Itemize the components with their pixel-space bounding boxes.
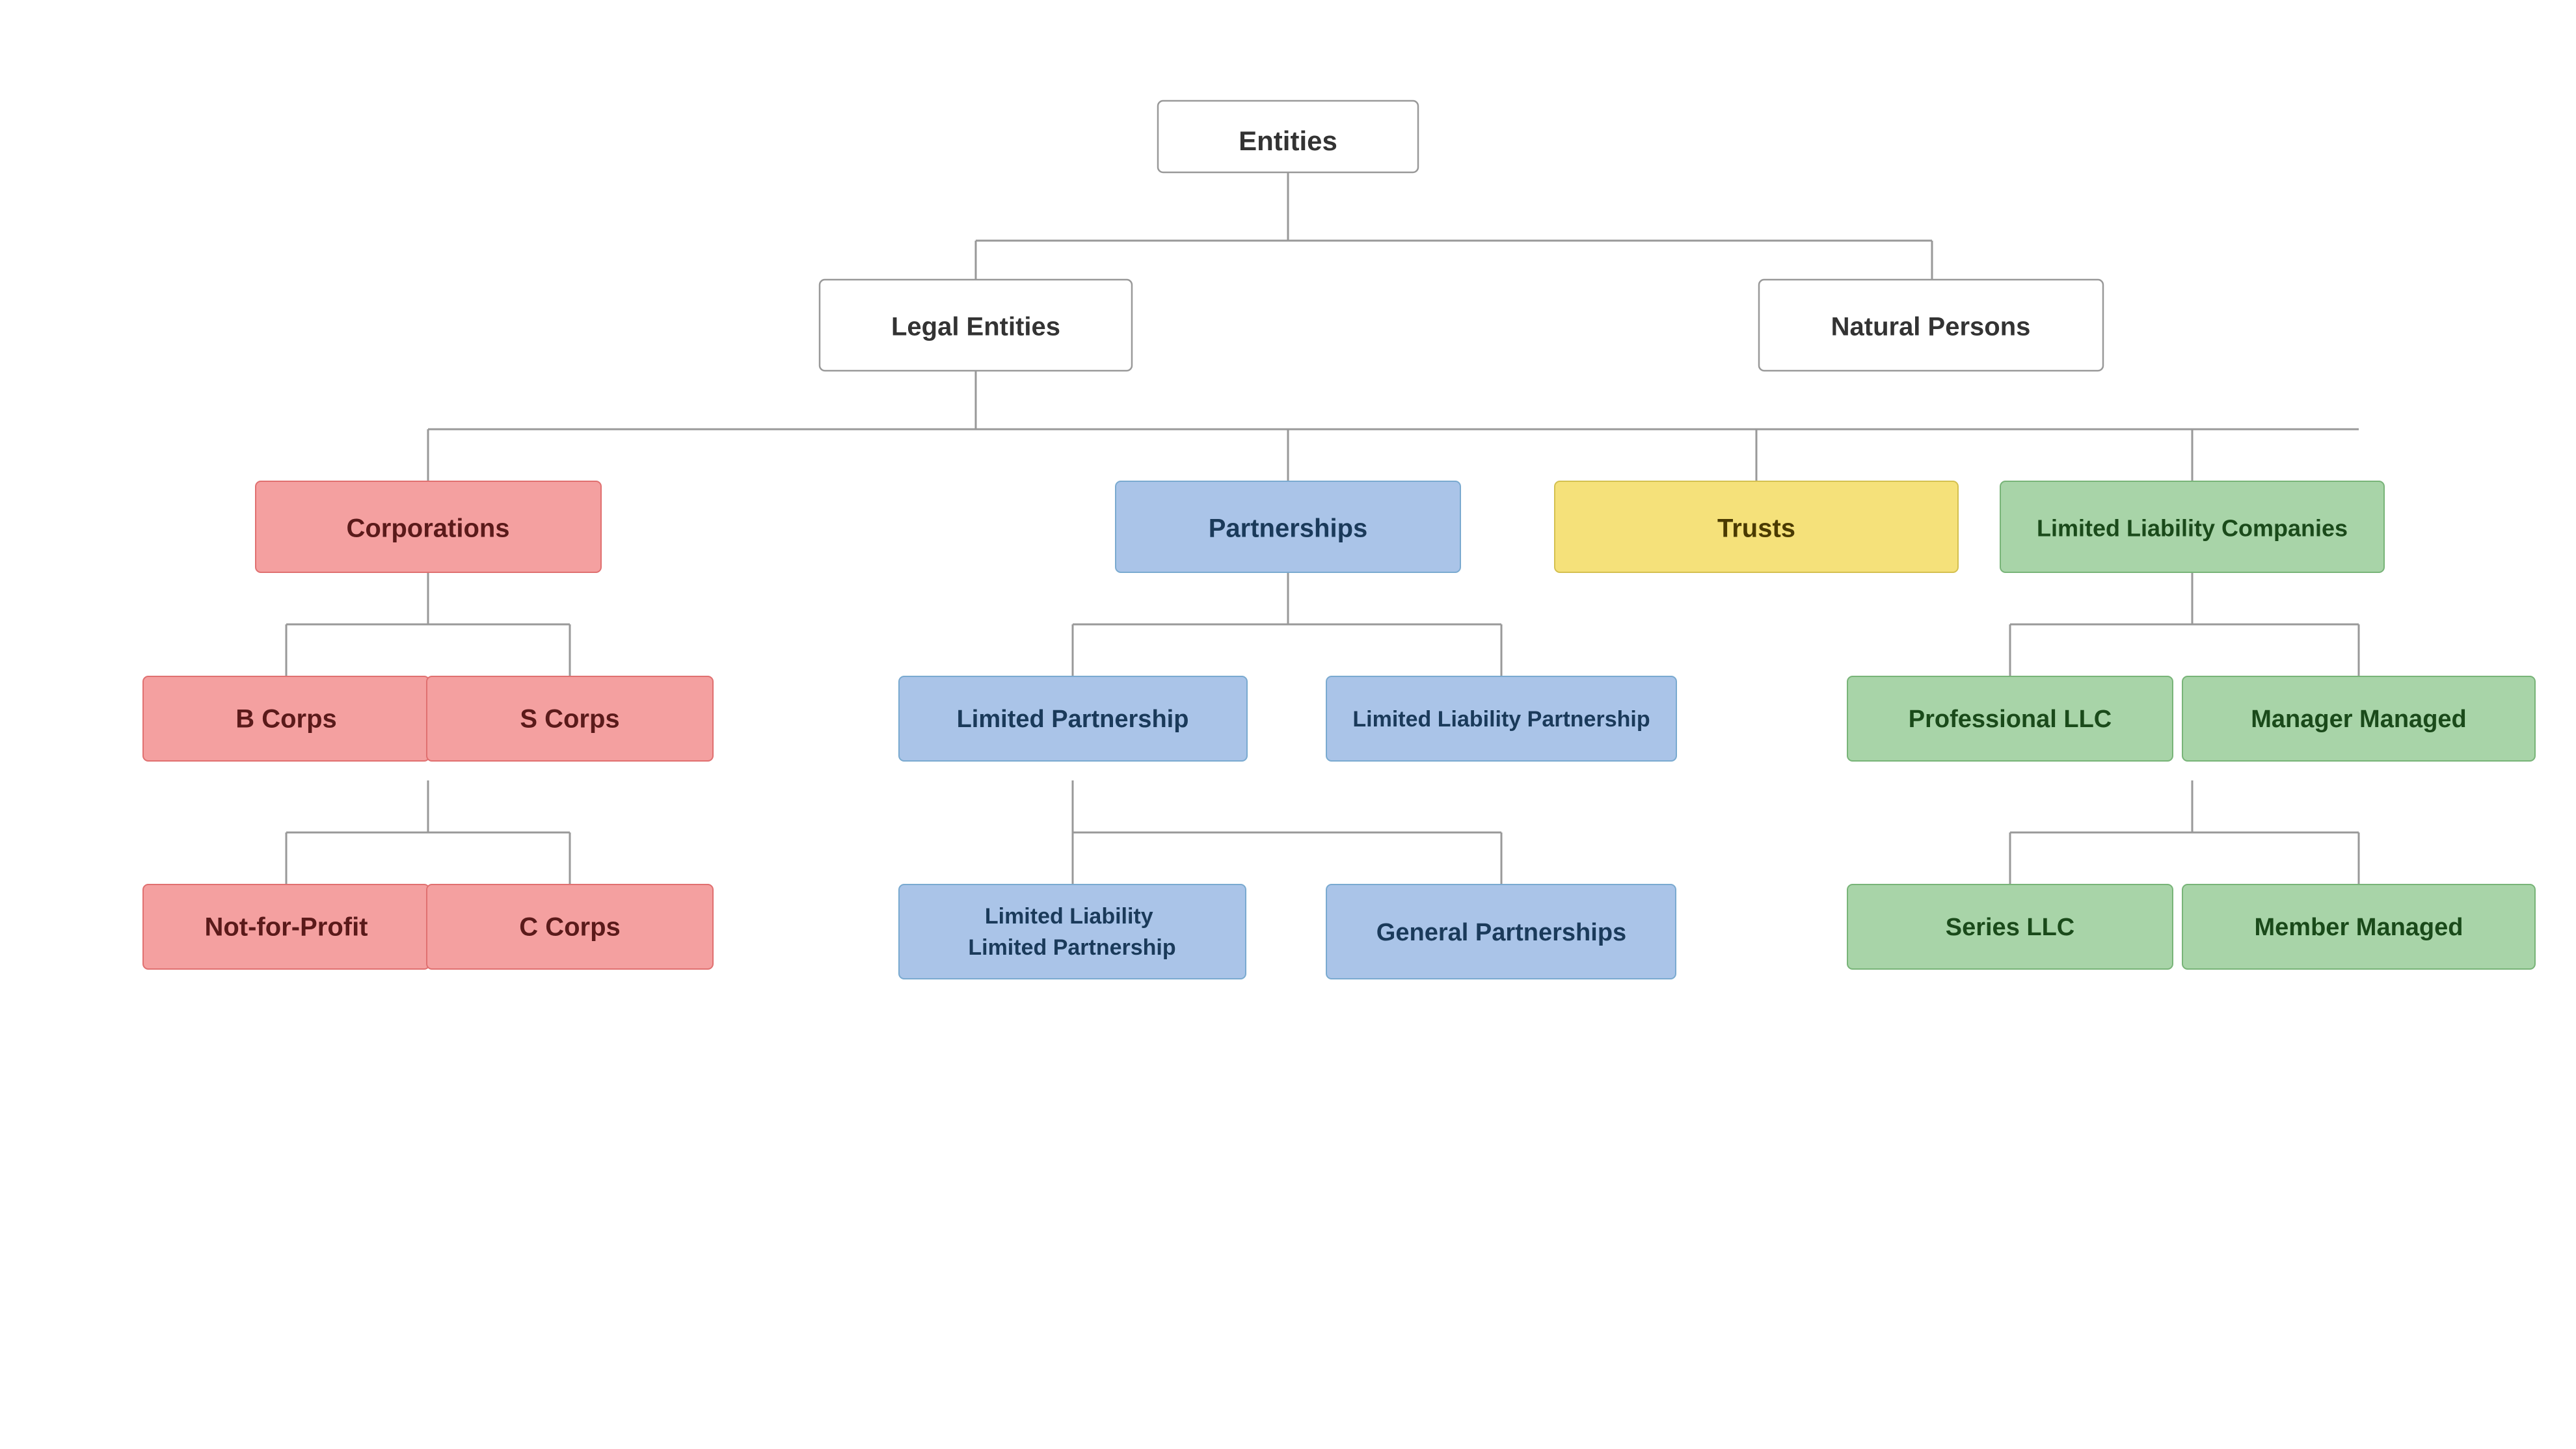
not-for-profit-label: Not-for-Profit — [204, 913, 368, 942]
general-partnerships-label: General Partnerships — [1376, 919, 1626, 946]
partnerships-label: Partnerships — [1209, 514, 1368, 543]
llc-label: Limited Liability Companies — [2037, 515, 2348, 542]
corporations-label: Corporations — [346, 514, 509, 543]
c-corps-label: C Corps — [519, 913, 621, 942]
professional-llc-label: Professional LLC — [1909, 706, 2112, 733]
b-corps-label: B Corps — [235, 705, 337, 734]
series-llc-label: Series LLC — [1946, 914, 2075, 941]
trusts-label: Trusts — [1717, 514, 1795, 543]
limited-partnership-label: Limited Partnership — [957, 706, 1189, 733]
llp-label: Limited Liability Partnership — [1352, 707, 1650, 732]
legal-entities-label: Legal Entities — [891, 313, 1060, 341]
member-managed-label: Member Managed — [2255, 914, 2463, 941]
manager-managed-label: Manager Managed — [2251, 706, 2467, 733]
s-corps-label: S Corps — [520, 705, 619, 734]
lllp-node — [899, 884, 1246, 979]
entities-label: Entities — [1239, 126, 1337, 156]
natural-persons-label: Natural Persons — [1831, 313, 2031, 341]
